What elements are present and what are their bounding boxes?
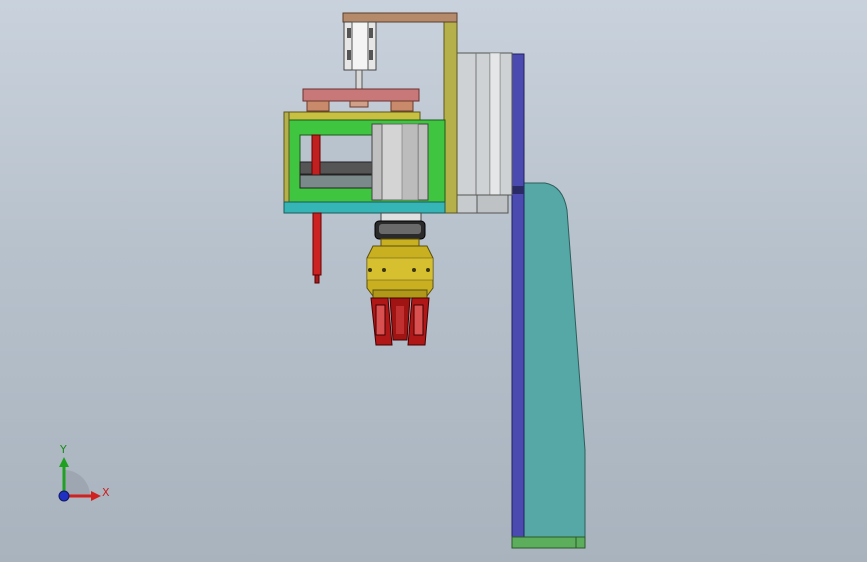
gripper[interactable] bbox=[370, 297, 430, 346]
linear-slide[interactable] bbox=[456, 52, 513, 196]
triad-x-label: X bbox=[102, 486, 110, 499]
cad-model[interactable] bbox=[0, 0, 867, 562]
upright-frame[interactable] bbox=[443, 12, 458, 214]
cylinder-rod bbox=[355, 69, 363, 90]
coordinate-triad bbox=[58, 457, 101, 502]
top-plate[interactable] bbox=[302, 88, 420, 102]
drive-belt bbox=[299, 161, 375, 175]
top-bracket[interactable] bbox=[342, 12, 458, 23]
base-plate[interactable] bbox=[283, 201, 446, 214]
triad-y-label: Y bbox=[60, 443, 67, 456]
column-joint bbox=[512, 186, 524, 194]
graphics-viewport[interactable]: Y X bbox=[0, 0, 867, 562]
base-foot[interactable] bbox=[511, 536, 586, 549]
guide-rod[interactable] bbox=[312, 212, 322, 276]
coupling-flange[interactable] bbox=[380, 212, 422, 222]
vertical-column[interactable] bbox=[511, 53, 525, 541]
support-arm[interactable] bbox=[523, 182, 586, 541]
gold-top-strip bbox=[283, 111, 421, 121]
